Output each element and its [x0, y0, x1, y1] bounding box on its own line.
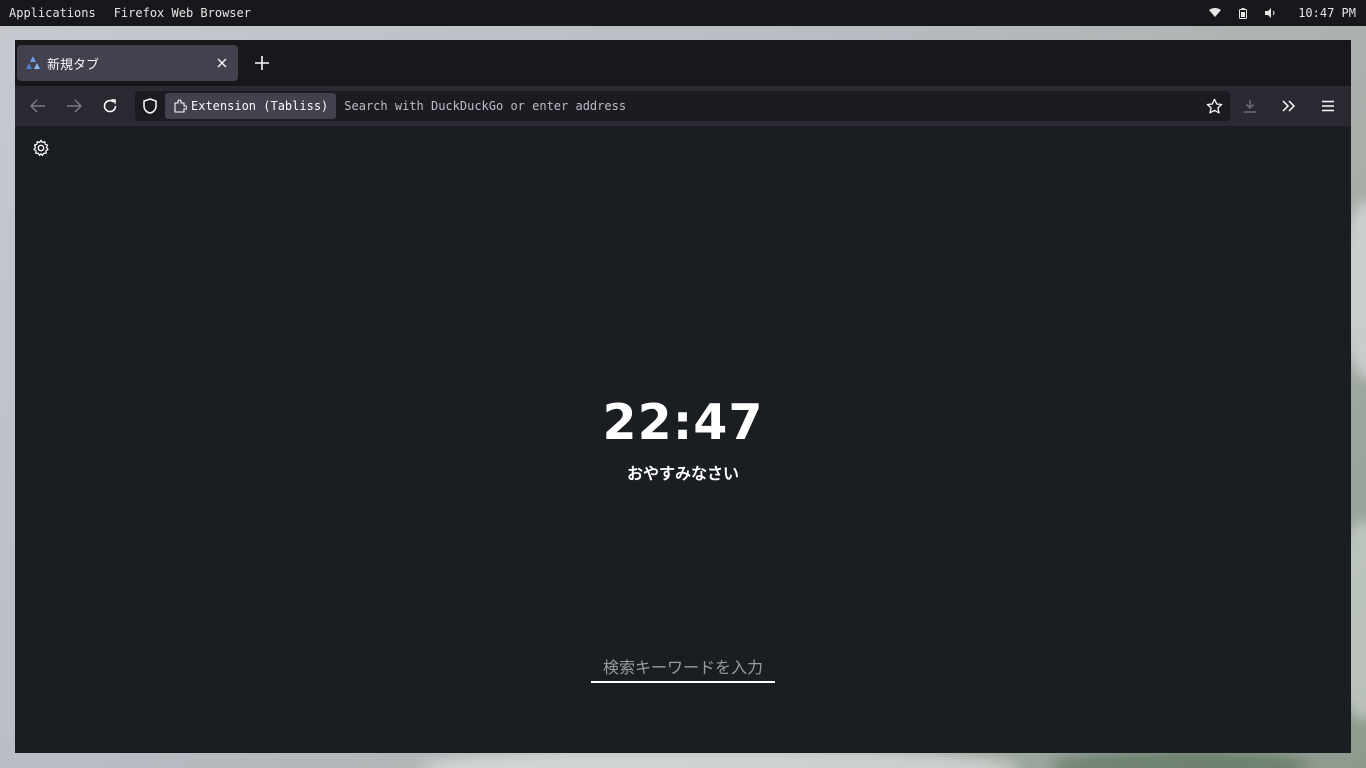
back-button[interactable]: [23, 91, 53, 121]
reload-icon: [103, 99, 117, 113]
puzzle-icon: [174, 99, 187, 113]
downloads-button[interactable]: [1235, 91, 1265, 121]
time-display: 22:47: [602, 394, 764, 451]
firefox-window: 新規タブ Extension (Tabliss) Search with Duc…: [15, 40, 1351, 753]
address-input[interactable]: [336, 93, 1200, 119]
forward-button[interactable]: [59, 91, 89, 121]
shield-icon: [143, 98, 157, 114]
system-tray: 10:47 PM: [1209, 6, 1357, 20]
close-tab-icon[interactable]: [216, 57, 228, 69]
search-box: [591, 654, 775, 683]
search-input[interactable]: [591, 654, 775, 681]
arrow-left-icon: [30, 99, 45, 113]
toolbar-right-buttons: [1235, 91, 1343, 121]
gear-icon[interactable]: [32, 139, 50, 157]
plus-icon: [255, 56, 269, 70]
chevron-double-right-icon: [1282, 100, 1296, 112]
desktop-top-panel: Applications Firefox Web Browser 10:47 P…: [0, 0, 1366, 26]
wifi-icon[interactable]: [1209, 8, 1222, 18]
arrow-right-icon: [67, 99, 82, 113]
battery-icon[interactable]: [1239, 7, 1248, 19]
download-icon: [1244, 100, 1256, 113]
tab-title: 新規タブ: [47, 57, 100, 73]
tracking-protection-button[interactable]: [138, 94, 162, 118]
panel-clock[interactable]: 10:47 PM: [1298, 6, 1356, 20]
applications-menu[interactable]: Applications: [9, 6, 96, 20]
new-tab-button[interactable]: [249, 50, 275, 76]
tab-strip: 新規タブ: [15, 40, 1351, 86]
overflow-menu-button[interactable]: [1274, 91, 1304, 121]
url-bar[interactable]: Extension (Tabliss): [135, 91, 1230, 121]
star-icon: [1206, 98, 1222, 114]
panel-menu: Applications Firefox Web Browser: [9, 6, 251, 20]
bookmark-star-button[interactable]: [1200, 92, 1228, 120]
new-tab-page: 22:47 おやすみなさい: [15, 126, 1351, 753]
extension-identity-chip[interactable]: Extension (Tabliss): [165, 93, 337, 119]
active-window-title[interactable]: Firefox Web Browser: [114, 6, 251, 20]
app-menu-button[interactable]: [1313, 91, 1343, 121]
extension-chip-label: Extension (Tabliss): [191, 99, 329, 113]
hamburger-menu-icon: [1322, 100, 1334, 112]
navigation-toolbar: Extension (Tabliss): [15, 86, 1351, 126]
tabliss-icon: [26, 56, 40, 69]
volume-icon[interactable]: [1265, 8, 1276, 18]
greeting-text: おやすみなさい: [626, 464, 739, 483]
reload-button[interactable]: [95, 91, 125, 121]
tab-new-tab[interactable]: 新規タブ: [17, 45, 238, 81]
